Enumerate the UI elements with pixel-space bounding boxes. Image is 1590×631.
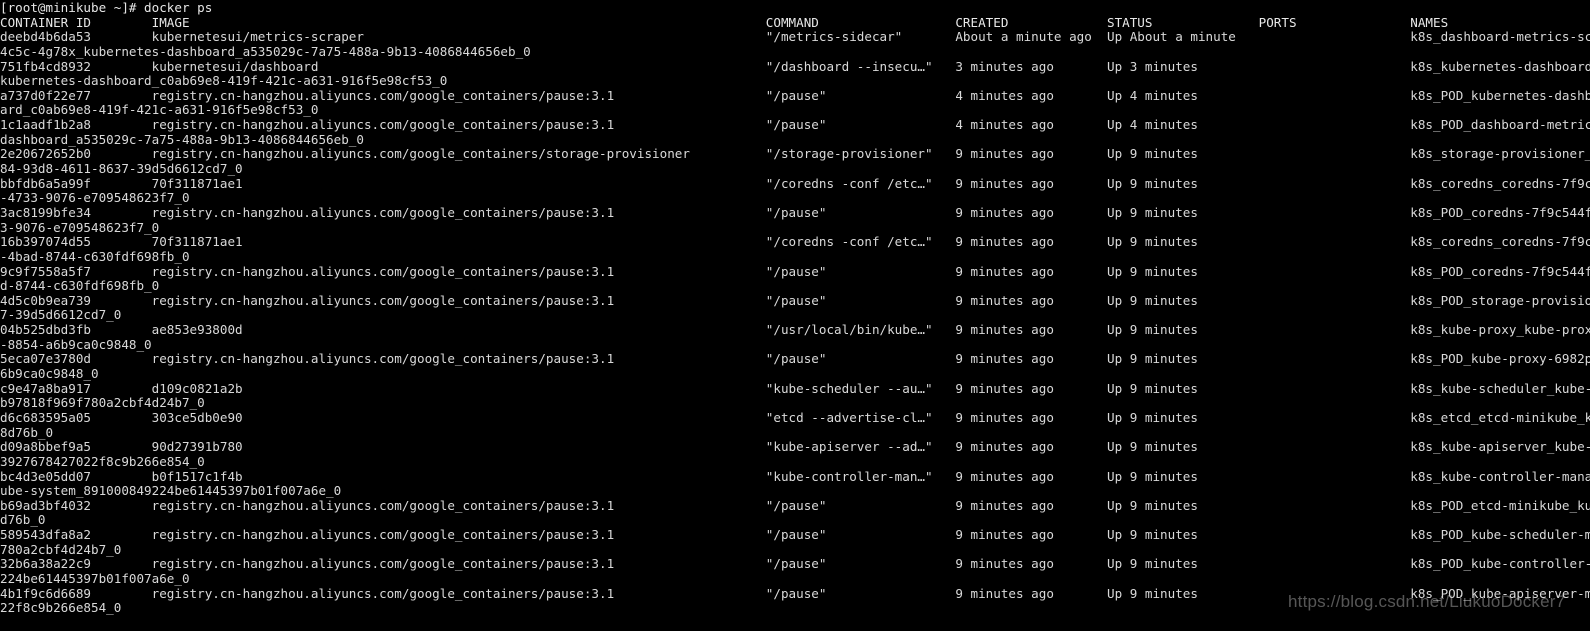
- table-row-continuation: 84-93d8-4611-8637-39d5d6612cd7_0: [0, 161, 243, 177]
- table-row: 32b6a38a22c9 registry.cn-hangzhou.aliyun…: [0, 556, 1590, 572]
- table-row-continuation: 6b9ca0c9848_0: [0, 366, 99, 382]
- table-row-continuation: ube-system_891000849224be61445397b01f007…: [0, 483, 342, 499]
- table-row: 2e20672652b0 registry.cn-hangzhou.aliyun…: [0, 146, 1590, 162]
- table-row-continuation: 780a2cbf4d24b7_0: [0, 541, 122, 557]
- table-row: 3ac8199bfe34 registry.cn-hangzhou.aliyun…: [0, 204, 1590, 220]
- table-row-continuation: 3927678427022f8c9b266e854_0: [0, 453, 205, 469]
- table-row: 16b397074d55 70f311871ae1 "/coredns -con…: [0, 234, 1590, 250]
- table-row-continuation: d-8744-c630fdf698fb_0: [0, 278, 160, 294]
- table-row-continuation: 8d76b_0: [0, 424, 54, 440]
- table-row: 1c1aadf1b2a8 registry.cn-hangzhou.aliyun…: [0, 117, 1590, 133]
- table-row-continuation: -8854-a6b9ca0c9848_0: [0, 336, 152, 352]
- table-row-continuation: 3-9076-e709548623f7_0: [0, 219, 160, 235]
- table-row-continuation: d76b_0: [0, 512, 46, 528]
- table-row: 751fb4cd8932 kubernetesui/dashboard "/da…: [0, 58, 1590, 74]
- table-row: 9c9f7558a5f7 registry.cn-hangzhou.aliyun…: [0, 263, 1590, 279]
- terminal-window[interactable]: [root@minikube ~]# docker ps CONTAINER ID…: [0, 0, 1590, 631]
- table-row: b69ad3bf4032 registry.cn-hangzhou.aliyun…: [0, 497, 1590, 513]
- terminal-output: [root@minikube ~]# docker ps CONTAINER ID…: [0, 0, 1590, 616]
- table-row: c9e47a8ba917 d109c0821a2b "kube-schedule…: [0, 380, 1590, 396]
- table-row-continuation: ard_c0ab69e8-419f-421c-a631-916f5e98cf53…: [0, 102, 319, 118]
- table-row: d09a8bbef9a5 90d27391b780 "kube-apiserve…: [0, 439, 1590, 455]
- table-row-continuation: kubernetes-dashboard_c0ab69e8-419f-421c-…: [0, 73, 448, 89]
- table-row: 589543dfa8a2 registry.cn-hangzhou.aliyun…: [0, 527, 1590, 543]
- prompt-line: [root@minikube ~]# docker ps: [0, 0, 213, 15]
- table-row: bbfdb6a5a99f 70f311871ae1 "/coredns -con…: [0, 175, 1590, 191]
- table-row-continuation: dashboard_a535029c-7a75-488a-9b13-408684…: [0, 131, 364, 147]
- table-row: 04b525dbd3fb ae853e93800d "/usr/local/bi…: [0, 322, 1590, 338]
- table-row-continuation: 7-39d5d6612cd7_0: [0, 307, 122, 323]
- table-row-continuation: 4c5c-4g78x_kubernetes-dashboard_a535029c…: [0, 43, 531, 59]
- table-row-continuation: b97818f969f780a2cbf4d24b7_0: [0, 395, 205, 411]
- table-row-continuation: 224be61445397b01f007a6e_0: [0, 570, 190, 586]
- table-row: 4d5c0b9ea739 registry.cn-hangzhou.aliyun…: [0, 292, 1590, 308]
- table-row: bc4d3e05dd07 b0f1517c1f4b "kube-controll…: [0, 468, 1590, 484]
- table-row: 4b1f9c6d6689 registry.cn-hangzhou.aliyun…: [0, 585, 1590, 601]
- table-row: d6c683595a05 303ce5db0e90 "etcd --advert…: [0, 409, 1590, 425]
- table-row: deebd4b6da53 kubernetesui/metrics-scrape…: [0, 29, 1590, 45]
- table-row-continuation: -4733-9076-e709548623f7_0: [0, 190, 190, 206]
- table-header-row: CONTAINER ID IMAGE COMMAND CREATED STATU…: [0, 14, 1449, 30]
- table-row: 5eca07e3780d registry.cn-hangzhou.aliyun…: [0, 351, 1590, 367]
- table-row-continuation: 22f8c9b266e854_0: [0, 600, 122, 616]
- table-row: a737d0f22e77 registry.cn-hangzhou.aliyun…: [0, 87, 1590, 103]
- table-row-continuation: -4bad-8744-c630fdf698fb_0: [0, 248, 190, 264]
